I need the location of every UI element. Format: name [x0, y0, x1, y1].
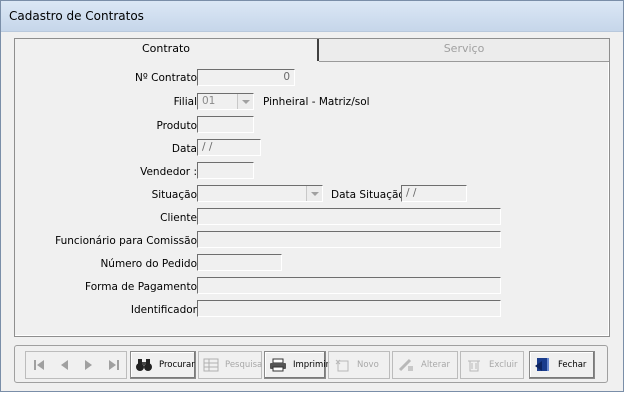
- filial-label: Filial: [173, 96, 197, 108]
- record-navigator: [25, 351, 127, 379]
- first-record-icon: [34, 360, 44, 370]
- imprimir-label: Imprimir: [293, 360, 330, 370]
- procurar-label: Procurar: [159, 360, 195, 370]
- filial-value: 01: [202, 95, 216, 107]
- tab-contrato[interactable]: Contrato: [15, 39, 319, 61]
- cliente-label: Cliente: [160, 212, 197, 224]
- numero-pedido-label: Número do Pedido: [100, 258, 197, 270]
- last-record-icon: [109, 360, 119, 370]
- situacao-label: Situação: [151, 189, 197, 201]
- produto-label: Produto: [156, 120, 197, 132]
- excluir-label: Excluir: [489, 360, 518, 370]
- last-record-button[interactable]: [102, 352, 126, 378]
- excluir-button[interactable]: Excluir: [460, 351, 524, 379]
- window-body: Contrato Serviço Nº Contrato 0 Filial 01…: [6, 32, 618, 387]
- data-label: Data: [171, 143, 197, 155]
- title-bar[interactable]: Cadastro de Contratos: [1, 1, 623, 32]
- numero-pedido-field[interactable]: [197, 254, 282, 271]
- next-record-button[interactable]: [77, 352, 101, 378]
- new-record-icon: [333, 357, 351, 373]
- cliente-field[interactable]: [197, 208, 501, 225]
- toolbar: Procurar Pesquisa Imprimir Novo Alterar …: [14, 345, 608, 383]
- chevron-down-icon[interactable]: [237, 94, 253, 109]
- identificador-label: Identificador: [130, 304, 197, 316]
- imprimir-button[interactable]: Imprimir: [264, 351, 330, 379]
- funcionario-field[interactable]: [197, 231, 501, 248]
- grid-icon: [203, 357, 219, 373]
- filial-description: Pinheiral - Matriz/sol: [263, 96, 370, 108]
- vendedor-label: Vendedor :: [140, 166, 197, 178]
- forma-pagamento-label: Forma de Pagamento: [85, 281, 197, 293]
- first-record-button[interactable]: [27, 352, 51, 378]
- data-field[interactable]: / /: [197, 139, 261, 156]
- previous-record-button[interactable]: [52, 352, 76, 378]
- tab-panel: Contrato Serviço Nº Contrato 0 Filial 01…: [14, 38, 610, 337]
- filial-select[interactable]: 01: [197, 93, 254, 110]
- produto-field[interactable]: [197, 116, 254, 133]
- procurar-button[interactable]: Procurar: [130, 351, 196, 379]
- funcionario-label: Funcionário para Comissão: [55, 235, 197, 247]
- pesquisa-button[interactable]: Pesquisa: [198, 351, 262, 379]
- binoculars-icon: [135, 357, 153, 373]
- chevron-down-icon[interactable]: [306, 186, 322, 201]
- contracts-window: Cadastro de Contratos Contrato Serviço N…: [0, 0, 624, 392]
- alterar-button[interactable]: Alterar: [392, 351, 458, 379]
- alterar-label: Alterar: [421, 360, 450, 370]
- novo-button[interactable]: Novo: [328, 351, 390, 379]
- previous-record-icon: [61, 360, 68, 370]
- novo-label: Novo: [357, 360, 379, 370]
- next-record-icon: [85, 360, 92, 370]
- fechar-button[interactable]: Fechar: [529, 351, 595, 379]
- trash-icon: [465, 357, 483, 373]
- fechar-label: Fechar: [558, 360, 587, 370]
- printer-icon: [269, 357, 287, 373]
- edit-icon: [397, 357, 415, 373]
- contrato-number-field[interactable]: 0: [197, 69, 295, 86]
- vendedor-field[interactable]: [197, 162, 254, 179]
- identificador-field[interactable]: [197, 300, 501, 317]
- window-title: Cadastro de Contratos: [9, 9, 144, 23]
- exit-door-icon: [534, 357, 552, 373]
- contrato-label: Nº Contrato: [135, 72, 197, 84]
- data-situacao-label: Data Situação: [331, 189, 405, 201]
- situacao-select[interactable]: [197, 185, 323, 202]
- tab-servico[interactable]: Serviço: [319, 39, 609, 62]
- pesquisa-label: Pesquisa: [225, 360, 263, 370]
- data-situacao-field[interactable]: / /: [401, 185, 467, 202]
- forma-pagamento-field[interactable]: [197, 277, 501, 294]
